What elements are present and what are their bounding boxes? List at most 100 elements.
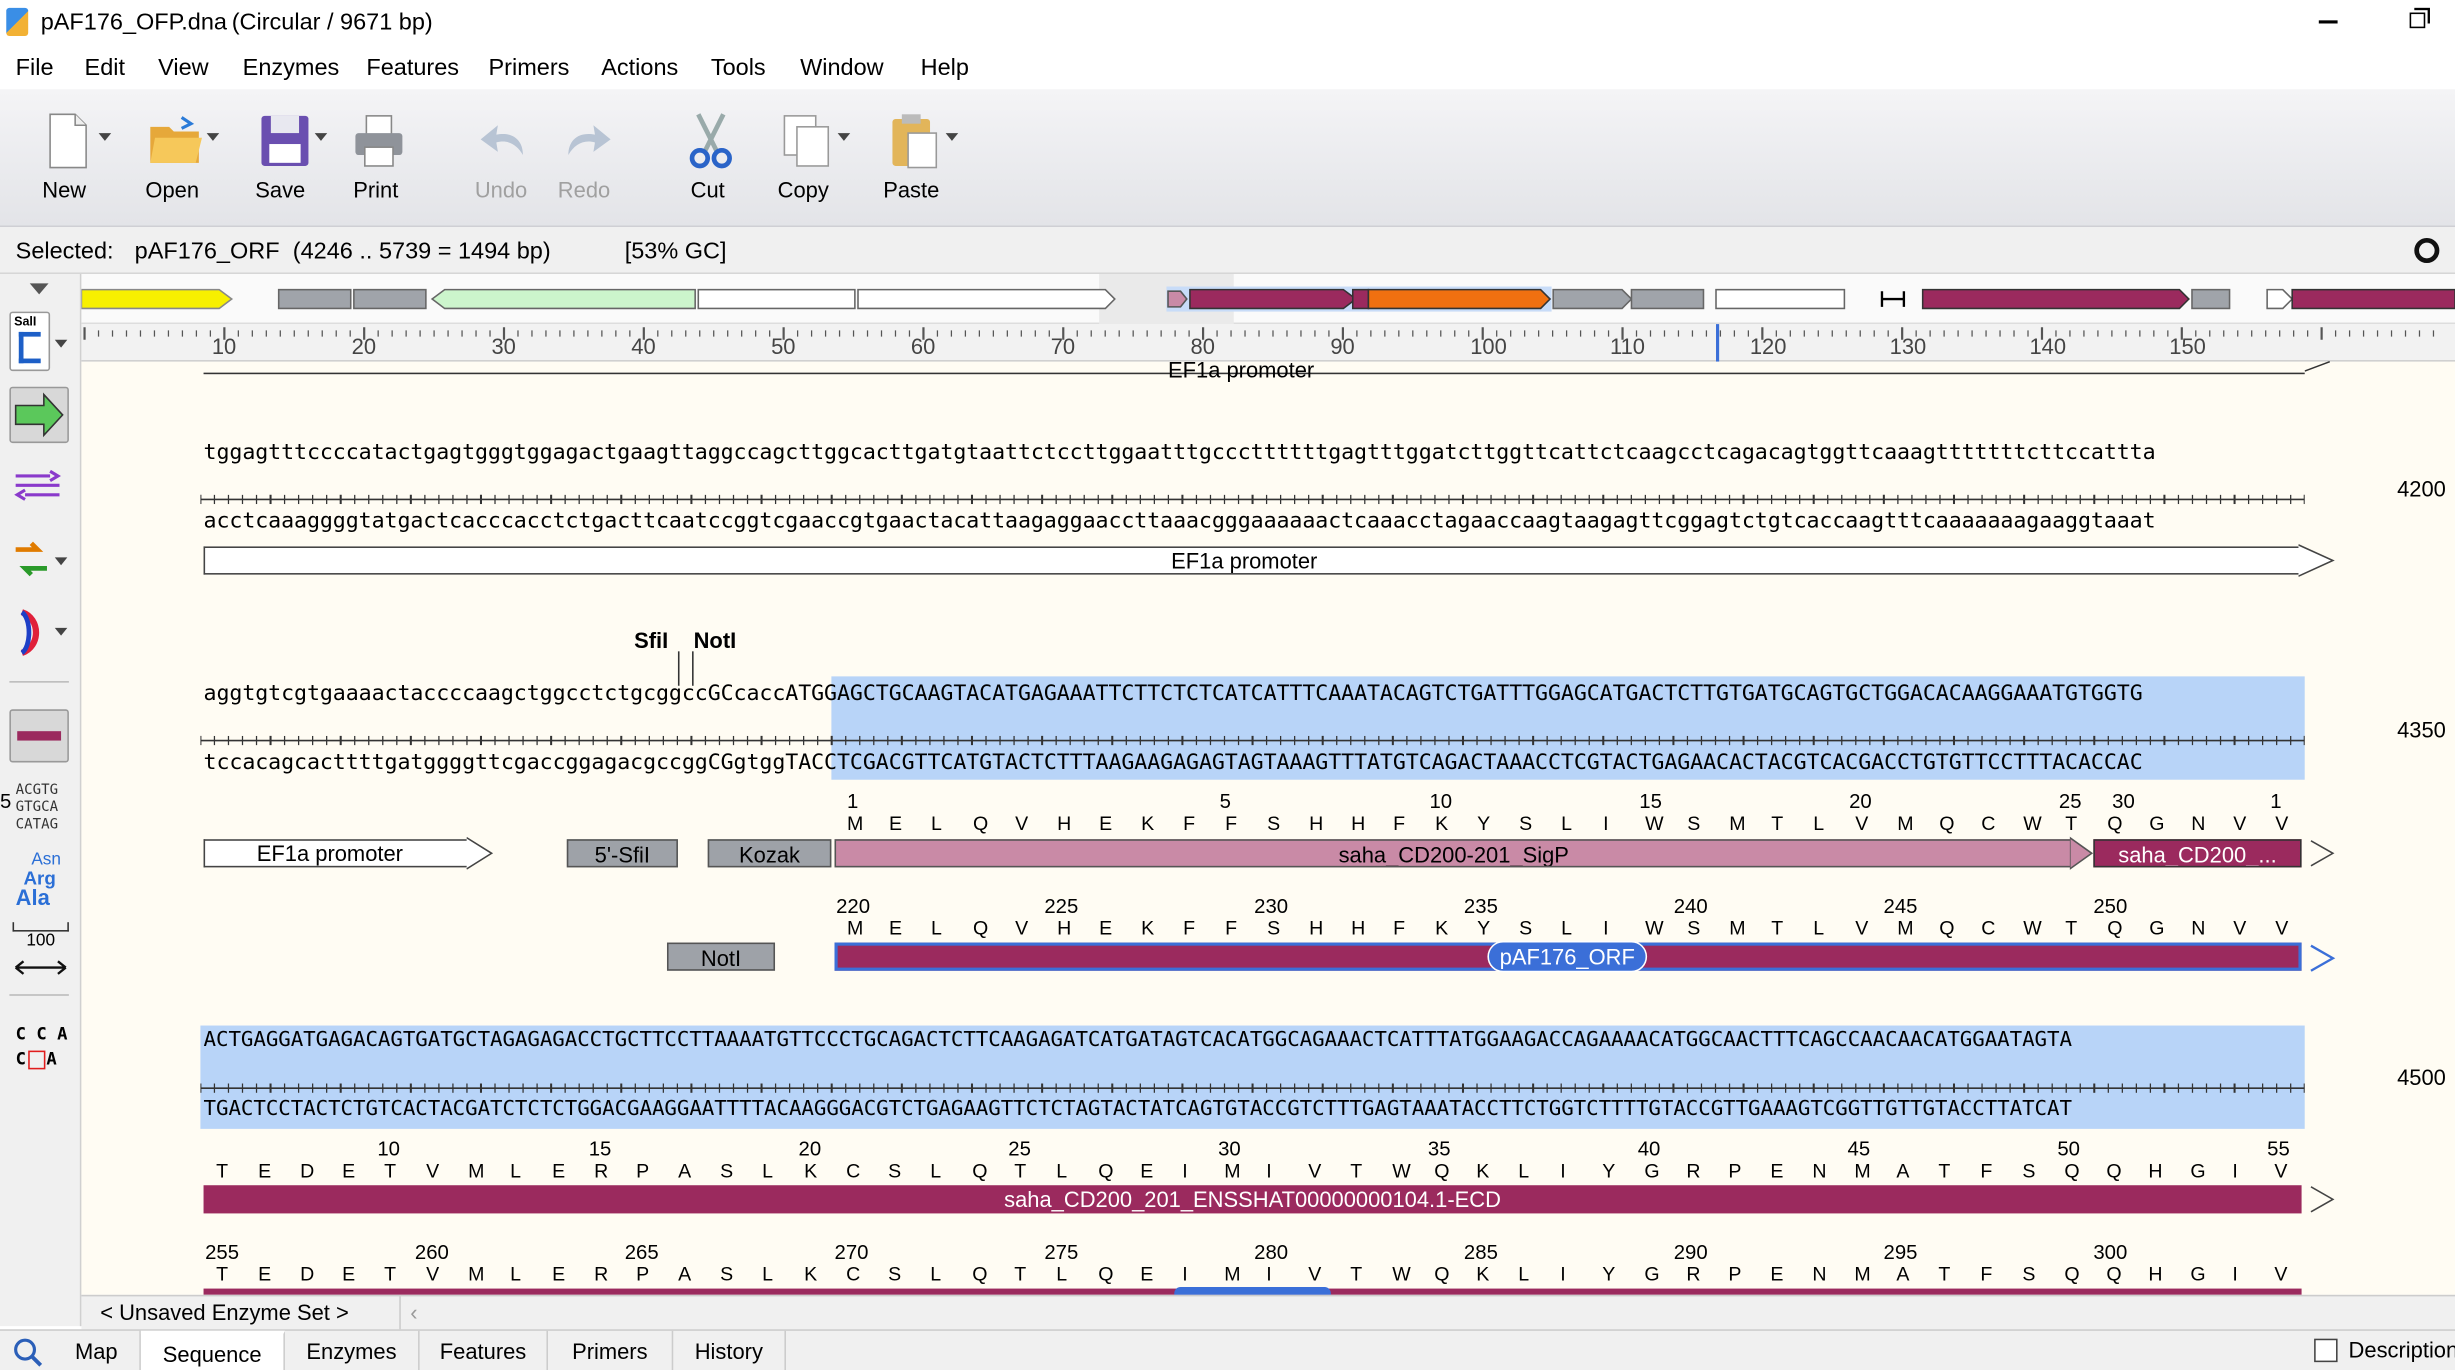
amino-acid[interactable]: T — [2065, 813, 2077, 835]
amino-acid[interactable]: I — [1266, 1160, 1271, 1182]
amino-acid[interactable]: E — [258, 1264, 271, 1286]
amino-acid[interactable]: H — [2148, 1264, 2162, 1286]
amino-acid[interactable]: H — [2148, 1160, 2162, 1182]
amino-acid[interactable]: Q — [972, 1160, 987, 1182]
restriction-site-noti[interactable]: NotI — [694, 628, 737, 653]
amino-acid[interactable]: G — [2149, 813, 2164, 835]
amino-acid[interactable]: V — [2274, 1160, 2287, 1182]
amino-acid[interactable]: W — [1392, 1160, 1410, 1182]
copy-dropdown-icon[interactable] — [837, 133, 851, 141]
amino-acid[interactable]: K — [1435, 918, 1448, 940]
save-dropdown-icon[interactable] — [314, 133, 328, 141]
open-button[interactable]: Open — [125, 89, 219, 227]
amino-acid[interactable]: E — [342, 1264, 355, 1286]
amino-acid[interactable]: L — [1561, 918, 1572, 940]
new-button[interactable]: New — [17, 89, 111, 227]
amino-acid[interactable]: V — [2233, 918, 2246, 940]
amino-acid[interactable]: A — [678, 1264, 691, 1286]
menu-actions[interactable]: Actions — [601, 55, 678, 82]
menu-file[interactable]: File — [16, 55, 54, 82]
amino-acid[interactable]: S — [888, 1264, 901, 1286]
new-dropdown-icon[interactable] — [98, 133, 112, 141]
amino-acid[interactable]: Q — [2107, 918, 2122, 940]
amino-acid[interactable]: H — [1057, 918, 1071, 940]
amino-acid[interactable]: M — [847, 813, 863, 835]
amino-acid[interactable]: D — [300, 1160, 314, 1182]
feature-sigp[interactable]: saha_CD200-201_SigP — [834, 839, 2073, 868]
amino-acid[interactable]: H — [1351, 813, 1365, 835]
amino-acid[interactable]: A — [678, 1160, 691, 1182]
amino-acid[interactable]: R — [1686, 1160, 1700, 1182]
amino-acid[interactable]: N — [2191, 918, 2205, 940]
amino-acid[interactable]: Q — [2106, 1160, 2121, 1182]
amino-acid[interactable]: M — [1729, 813, 1745, 835]
amino-acid[interactable]: R — [594, 1264, 608, 1286]
primer-dropdown-icon[interactable] — [54, 557, 68, 566]
amino-acid[interactable]: G — [1644, 1264, 1659, 1286]
enzyme-dropdown-icon[interactable] — [54, 339, 68, 348]
restore-icon[interactable] — [2409, 12, 2426, 29]
amino-acid[interactable]: A — [1896, 1160, 1909, 1182]
amino-acid[interactable]: M — [1854, 1160, 1870, 1182]
amino-acid[interactable]: S — [2022, 1160, 2035, 1182]
amino-acid[interactable]: E — [1140, 1264, 1153, 1286]
amino-acid[interactable]: I — [1182, 1160, 1187, 1182]
amino-acid[interactable]: H — [1309, 918, 1323, 940]
amino-acid[interactable]: S — [1687, 813, 1700, 835]
amino-acid[interactable]: G — [2190, 1264, 2205, 1286]
amino-acid[interactable]: T — [1350, 1264, 1362, 1286]
amino-acid[interactable]: V — [2233, 813, 2246, 835]
settings-icon[interactable] — [2414, 237, 2440, 264]
amino-acid[interactable]: R — [1686, 1264, 1700, 1286]
amino-acid[interactable]: W — [1645, 918, 1663, 940]
amino-acid[interactable]: E — [342, 1160, 355, 1182]
amino-acid[interactable]: M — [1224, 1264, 1240, 1286]
menu-edit[interactable]: Edit — [85, 55, 125, 82]
undo-button[interactable]: Undo — [454, 89, 548, 227]
origin-dropdown-icon[interactable] — [54, 627, 68, 636]
amino-acid[interactable]: F — [1980, 1160, 1992, 1182]
amino-acid[interactable]: M — [1729, 918, 1745, 940]
double-arrow-icon[interactable] — [13, 960, 69, 976]
amino-acid[interactable]: K — [1141, 813, 1154, 835]
amino-acid[interactable]: M — [468, 1264, 484, 1286]
feature-5-sfii[interactable]: 5'-SfiI — [566, 839, 678, 868]
amino-acid[interactable]: Q — [973, 918, 988, 940]
amino-acid[interactable]: F — [1980, 1264, 1992, 1286]
amino-acid[interactable]: T — [384, 1160, 396, 1182]
amino-acid[interactable]: Q — [1434, 1160, 1449, 1182]
amino-acid[interactable]: H — [1351, 918, 1365, 940]
menu-help[interactable]: Help — [921, 55, 969, 82]
amino-acid[interactable]: L — [931, 918, 942, 940]
amino-acid[interactable]: N — [1812, 1264, 1826, 1286]
amino-acid[interactable]: K — [1435, 813, 1448, 835]
amino-acid[interactable]: C — [846, 1264, 860, 1286]
collapse-arrow-icon[interactable] — [29, 283, 49, 295]
amino-acid[interactable]: A — [1896, 1264, 1909, 1286]
amino-acid[interactable]: P — [636, 1264, 649, 1286]
mutation-icon[interactable]: C C A CA — [16, 1022, 68, 1072]
sequence-bottom-strand[interactable]: tccacagcacttttgatggggttcgaccggagacgccggC… — [204, 750, 2143, 775]
amino-acid[interactable]: W — [1645, 813, 1663, 835]
amino-acid[interactable]: W — [2023, 918, 2041, 940]
amino-acid[interactable]: I — [1182, 1264, 1187, 1286]
amino-acid[interactable]: C — [846, 1160, 860, 1182]
menu-tools[interactable]: Tools — [711, 55, 766, 82]
amino-acid[interactable]: I — [2232, 1160, 2237, 1182]
amino-acid[interactable]: L — [930, 1160, 941, 1182]
amino-acid[interactable]: E — [1770, 1264, 1783, 1286]
amino-acid[interactable]: F — [1225, 813, 1237, 835]
amino-acid[interactable]: R — [594, 1160, 608, 1182]
amino-acid[interactable]: G — [2190, 1160, 2205, 1182]
amino-acid[interactable]: E — [258, 1160, 271, 1182]
amino-acid[interactable]: K — [1141, 918, 1154, 940]
amino-acid[interactable]: S — [1267, 918, 1280, 940]
amino-acid[interactable]: V — [2275, 918, 2288, 940]
save-button[interactable]: Save — [233, 89, 327, 227]
amino-acid[interactable]: P — [1728, 1264, 1741, 1286]
amino-acid[interactable]: L — [762, 1160, 773, 1182]
amino-acid[interactable]: E — [1099, 813, 1112, 835]
amino-acid[interactable]: K — [804, 1160, 817, 1182]
feature-orf-label[interactable]: pAF176_ORF — [1487, 940, 1648, 973]
amino-acid[interactable]: C — [1981, 813, 1995, 835]
